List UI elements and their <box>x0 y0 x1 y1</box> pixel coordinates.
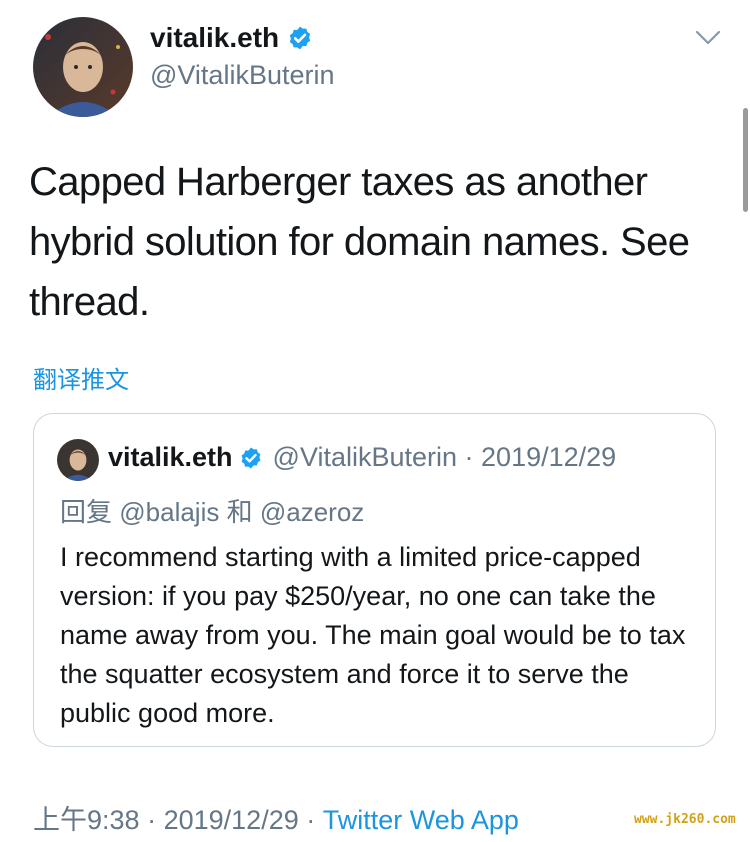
author-name[interactable]: vitalik.eth <box>150 22 279 54</box>
tweet-meta: 上午9:38 · 2019/12/29 · Twitter Web App <box>33 798 519 837</box>
reply-mention-balajis[interactable]: @balajis <box>119 497 219 527</box>
translate-tweet-link[interactable]: 翻译推文 <box>33 360 129 395</box>
reply-context: 回复 @balajis 和 @azeroz <box>60 492 364 529</box>
source-app-link[interactable]: Twitter Web App <box>323 805 519 835</box>
chevron-down-icon[interactable] <box>694 28 722 48</box>
tweet-date: 2019/12/29 <box>163 805 299 835</box>
verified-badge-icon <box>289 26 311 50</box>
quoted-tweet-text: I recommend starting with a limited pric… <box>60 542 686 728</box>
tweet-text: Capped Harberger taxes as another hybrid… <box>29 160 690 324</box>
tweet-time: 上午9:38 <box>33 805 140 835</box>
reply-mention-azeroz[interactable]: @azeroz <box>260 497 364 527</box>
quoted-handle-date: @VitalikButerin · 2019/12/29 <box>272 442 617 472</box>
reply-and: 和 <box>226 497 253 527</box>
scrollbar[interactable] <box>743 108 748 212</box>
quoted-author-name: vitalik.eth <box>108 442 233 472</box>
quoted-author-avatar[interactable] <box>57 439 99 481</box>
meta-separator: · <box>306 805 316 835</box>
meta-separator: · <box>147 805 157 835</box>
verified-badge-icon <box>241 447 260 468</box>
author-avatar[interactable] <box>33 17 133 117</box>
reply-prefix: 回复 <box>60 497 113 527</box>
quoted-tweet-card[interactable]: vitalik.eth @VitalikButerin · 2019/12/29… <box>33 413 716 747</box>
watermark: www.jk260.com <box>634 812 736 827</box>
author-handle[interactable]: @VitalikButerin <box>150 60 335 91</box>
